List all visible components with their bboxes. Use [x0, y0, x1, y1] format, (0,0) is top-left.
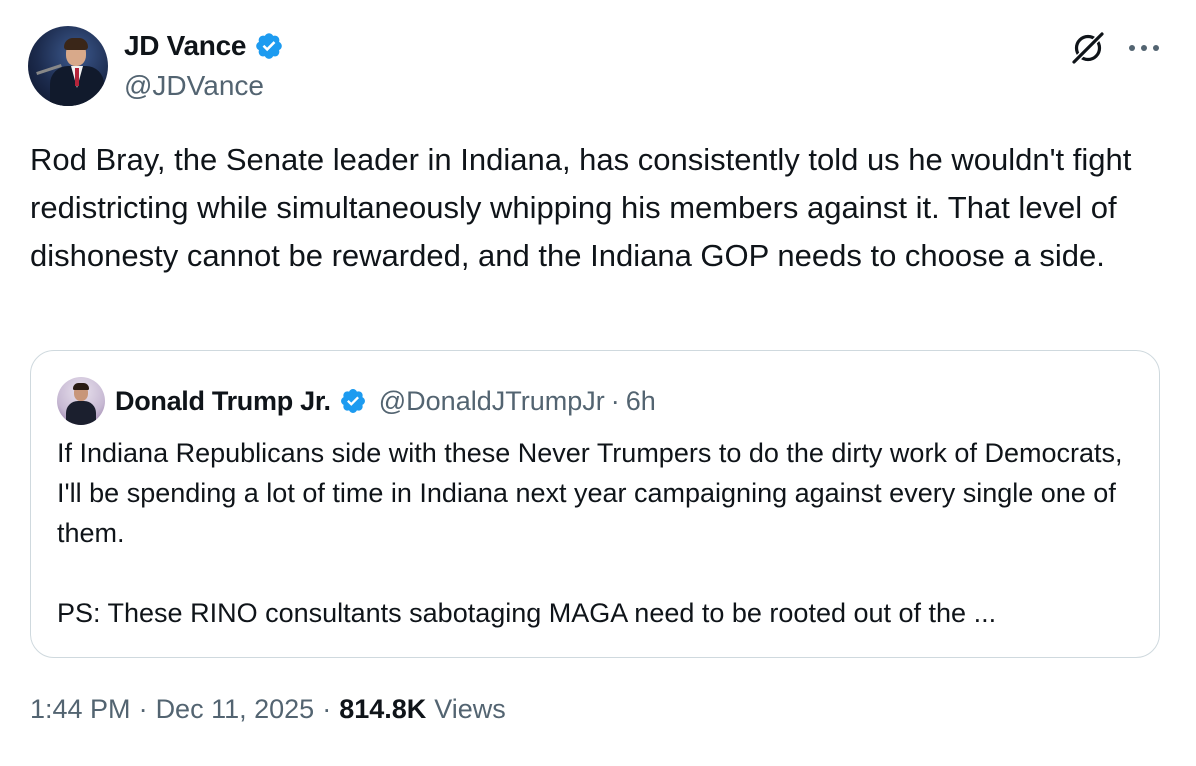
quoted-paragraph: PS: These RINO consultants sabotaging MA… [57, 598, 997, 628]
quoted-avatar-hair [73, 383, 89, 390]
quoted-paragraph: If Indiana Republicans side with these N… [57, 438, 1123, 548]
author-avatar[interactable] [28, 26, 108, 106]
tweet-card: JD Vance @JDVance Rod Bray, the Senate l… [0, 0, 1196, 766]
quoted-verified-badge-icon[interactable] [339, 387, 367, 415]
avatar-tie [75, 68, 79, 86]
quoted-author-avatar[interactable] [57, 377, 105, 425]
verified-badge-icon[interactable] [254, 31, 284, 61]
quoted-separator: · [610, 385, 620, 416]
more-button[interactable] [1124, 30, 1164, 66]
views-count[interactable]: 814.8K [339, 694, 426, 725]
author-name-row: JD Vance [124, 30, 284, 62]
avatar-hair [64, 38, 88, 50]
tweet-text: Rod Bray, the Senate leader in Indiana, … [30, 142, 1132, 273]
grok-button[interactable] [1066, 26, 1110, 70]
quoted-author-display-name[interactable]: Donald Trump Jr. [115, 386, 331, 417]
grok-icon [1071, 31, 1105, 65]
quoted-author-handle[interactable]: @DonaldJTrumpJr [379, 386, 605, 417]
more-icon [1129, 45, 1159, 51]
meta-separator: · [138, 694, 148, 724]
quoted-tweet[interactable]: Donald Trump Jr. @DonaldJTrumpJr · 6h If… [30, 350, 1160, 658]
meta-separator: · [322, 694, 332, 724]
views-label: Views [434, 694, 506, 724]
tweet-date[interactable]: Dec 11, 2025 [156, 694, 315, 725]
tweet-time[interactable]: 1:44 PM [30, 694, 131, 725]
quoted-timestamp[interactable]: 6h [626, 386, 656, 417]
author-display-name[interactable]: JD Vance [124, 30, 246, 62]
quoted-avatar-suit [66, 401, 96, 425]
quoted-tweet-text: If Indiana Republicans side with these N… [57, 433, 1137, 633]
tweet-metadata: 1:44 PM · Dec 11, 2025 · 814.8K Views [30, 694, 506, 725]
quoted-tweet-header: Donald Trump Jr. @DonaldJTrumpJr · 6h [57, 377, 656, 425]
author-handle[interactable]: @JDVance [124, 70, 264, 102]
